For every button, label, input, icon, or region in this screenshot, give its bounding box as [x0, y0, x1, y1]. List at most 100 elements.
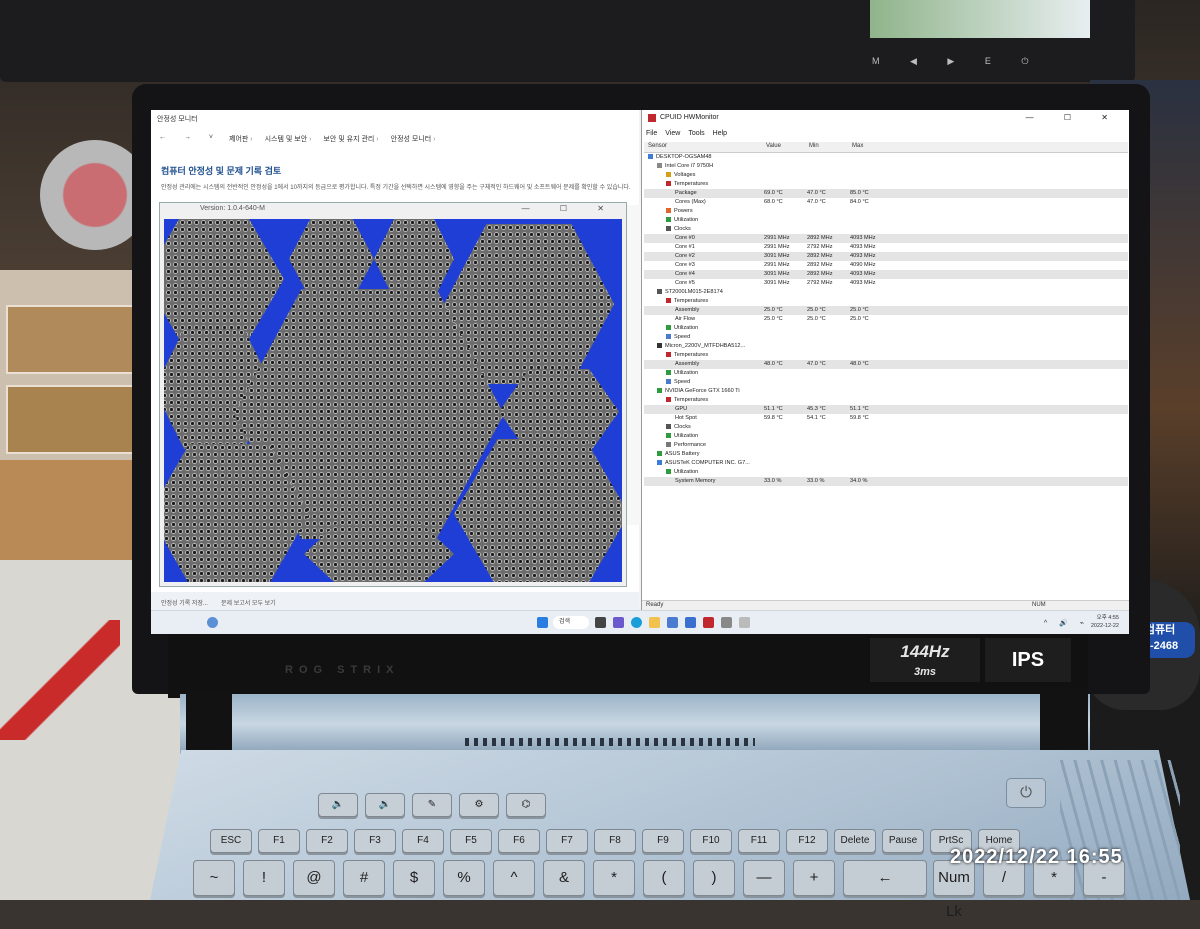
app-taskbar-icon[interactable] [739, 617, 750, 628]
save-history-link[interactable]: 안정성 기록 저장... [161, 598, 208, 607]
3d-demo-window[interactable]: Version: 1.0.4-640-M — ☐ ✕ [159, 202, 627, 587]
widgets-icon[interactable] [207, 617, 218, 628]
menu-view[interactable]: View [665, 130, 680, 137]
sensor-row[interactable]: Temperatures [644, 396, 1128, 405]
function-key[interactable]: F8 [594, 829, 636, 853]
sensor-row[interactable]: Package 69.0 °C 47.0 °C 85.0 °C [644, 189, 1128, 198]
power-button[interactable]: ⏻ [1006, 778, 1046, 808]
sensor-row[interactable]: Clocks [644, 423, 1128, 432]
sensor-row[interactable]: Temperatures [644, 351, 1128, 360]
media-key[interactable]: ⚙ [459, 793, 499, 817]
function-key[interactable]: F5 [450, 829, 492, 853]
app-taskbar-icon[interactable] [721, 617, 732, 628]
sensor-row[interactable]: Utilization [644, 216, 1128, 225]
function-key[interactable]: F6 [498, 829, 540, 853]
number-row-key[interactable]: ^ [493, 860, 535, 896]
number-row-key[interactable]: @ [293, 860, 335, 896]
number-row-key[interactable]: % [443, 860, 485, 896]
sensor-row[interactable]: Utilization [644, 369, 1128, 378]
3d-render-canvas[interactable] [164, 219, 622, 582]
sensor-row[interactable]: Core #4 3091 MHz 2892 MHz 4093 MHz [644, 270, 1128, 279]
sensor-row[interactable]: NVIDIA GeForce GTX 1660 Ti [644, 387, 1128, 396]
number-row-key[interactable]: + [793, 860, 835, 896]
file-explorer-icon[interactable] [649, 617, 660, 628]
number-row-key[interactable]: $ [393, 860, 435, 896]
sensor-row[interactable]: Utilization [644, 468, 1128, 477]
sensor-row[interactable]: Intel Core i7 9750H [644, 162, 1128, 171]
function-key[interactable]: F12 [786, 829, 828, 853]
breadcrumb-security-maintenance[interactable]: 보안 및 유지 관리 [323, 134, 378, 144]
edge-icon[interactable] [631, 617, 642, 628]
chat-icon[interactable] [613, 617, 624, 628]
sensor-row[interactable]: Powers [644, 207, 1128, 216]
sensor-row[interactable]: Temperatures [644, 180, 1128, 189]
function-key[interactable]: F2 [306, 829, 348, 853]
system-tray-icons[interactable]: ^ 🔊 ⌁ [1044, 619, 1089, 627]
sensor-row[interactable]: ASUSTeK COMPUTER INC. G7... [644, 459, 1128, 468]
sensor-row[interactable]: ASUS Battery [644, 450, 1128, 459]
sensor-row[interactable]: Assembly 48.0 °C 47.0 °C 48.0 °C [644, 360, 1128, 369]
sensor-row[interactable]: Core #0 2991 MHz 2892 MHz 4093 MHz [644, 234, 1128, 243]
sensor-row[interactable]: Speed [644, 333, 1128, 342]
sensor-row[interactable]: ST2000LM015-2E8174 [644, 288, 1128, 297]
store-icon[interactable] [667, 617, 678, 628]
sensor-row[interactable]: Core #1 2991 MHz 2792 MHz 4093 MHz [644, 243, 1128, 252]
media-key[interactable]: ⌬ [506, 793, 546, 817]
sensor-row[interactable]: Core #3 2991 MHz 2892 MHz 4090 MHz [644, 261, 1128, 270]
taskbar-search[interactable]: 검색 [553, 616, 589, 629]
sensor-row[interactable]: DESKTOP-OGSAM48 [644, 153, 1128, 162]
view-reports-link[interactable]: 문제 보고서 모두 보기 [221, 598, 276, 607]
number-row-key[interactable]: * [593, 860, 635, 896]
media-key[interactable]: ✎ [412, 793, 452, 817]
sensor-row[interactable]: Core #5 3091 MHz 2792 MHz 4093 MHz [644, 279, 1128, 288]
breadcrumb-reliability-monitor[interactable]: 안정성 모니터 [391, 134, 436, 144]
function-key[interactable]: F7 [546, 829, 588, 853]
sensor-row[interactable]: Speed [644, 378, 1128, 387]
sensor-row[interactable]: Clocks [644, 225, 1128, 234]
number-row-key[interactable]: — [743, 860, 785, 896]
function-key[interactable]: F1 [258, 829, 300, 853]
sensor-row[interactable]: GPU 51.1 °C 45.3 °C 51.1 °C [644, 405, 1128, 414]
column-sensor[interactable]: Sensor [648, 143, 667, 149]
number-row-key[interactable]: ~ [193, 860, 235, 896]
tray-clock[interactable]: 오후 4:55 2022-12-22 [1091, 614, 1119, 630]
sensor-row[interactable]: Micron_2200V_MTFDHBA512... [644, 342, 1128, 351]
menu-help[interactable]: Help [713, 130, 727, 137]
function-key[interactable]: Pause [882, 829, 924, 853]
hwmonitor-taskbar-icon[interactable] [703, 617, 714, 628]
sensor-row[interactable]: Assembly 25.0 °C 25.0 °C 25.0 °C [644, 306, 1128, 315]
number-row-key[interactable]: ) [693, 860, 735, 896]
breadcrumb-system-security[interactable]: 시스템 및 보안 [265, 134, 312, 144]
menu-tools[interactable]: Tools [688, 130, 704, 137]
sensor-row[interactable]: Hot Spot 59.8 °C 54.1 °C 59.8 °C [644, 414, 1128, 423]
function-key[interactable]: F4 [402, 829, 444, 853]
function-key[interactable]: ESC [210, 829, 252, 853]
sensor-row[interactable]: System Memory 33.0 % 33.0 % 34.0 % [644, 477, 1128, 486]
demo-window-controls[interactable]: — ☐ ✕ [522, 204, 618, 213]
function-key[interactable]: F11 [738, 829, 780, 853]
column-value[interactable]: Value [766, 143, 781, 149]
media-key[interactable]: 🔉 [365, 793, 405, 817]
breadcrumb-control-panel[interactable]: 제어판 [229, 134, 253, 144]
start-icon[interactable] [537, 617, 548, 628]
number-row-key[interactable]: ( [643, 860, 685, 896]
function-key[interactable]: F9 [642, 829, 684, 853]
number-row-key[interactable]: # [343, 860, 385, 896]
mail-icon[interactable] [685, 617, 696, 628]
media-key[interactable]: 🔈 [318, 793, 358, 817]
sensor-row[interactable]: Temperatures [644, 297, 1128, 306]
sensor-row[interactable]: Core #2 3091 MHz 2892 MHz 4093 MHz [644, 252, 1128, 261]
number-row-key[interactable]: & [543, 860, 585, 896]
task-view-icon[interactable] [595, 617, 606, 628]
menu-file[interactable]: File [646, 130, 657, 137]
sensor-row[interactable]: Performance [644, 441, 1128, 450]
sensor-row[interactable]: Utilization [644, 432, 1128, 441]
function-key[interactable]: Delete [834, 829, 876, 853]
function-key[interactable]: F10 [690, 829, 732, 853]
function-key[interactable]: F3 [354, 829, 396, 853]
sensor-row[interactable]: Cores (Max) 68.0 °C 47.0 °C 84.0 °C [644, 198, 1128, 207]
sensor-row[interactable]: Voltages [644, 171, 1128, 180]
sensor-row[interactable]: Utilization [644, 324, 1128, 333]
column-max[interactable]: Max [852, 143, 863, 149]
sensor-row[interactable]: Air Flow 25.0 °C 25.0 °C 25.0 °C [644, 315, 1128, 324]
